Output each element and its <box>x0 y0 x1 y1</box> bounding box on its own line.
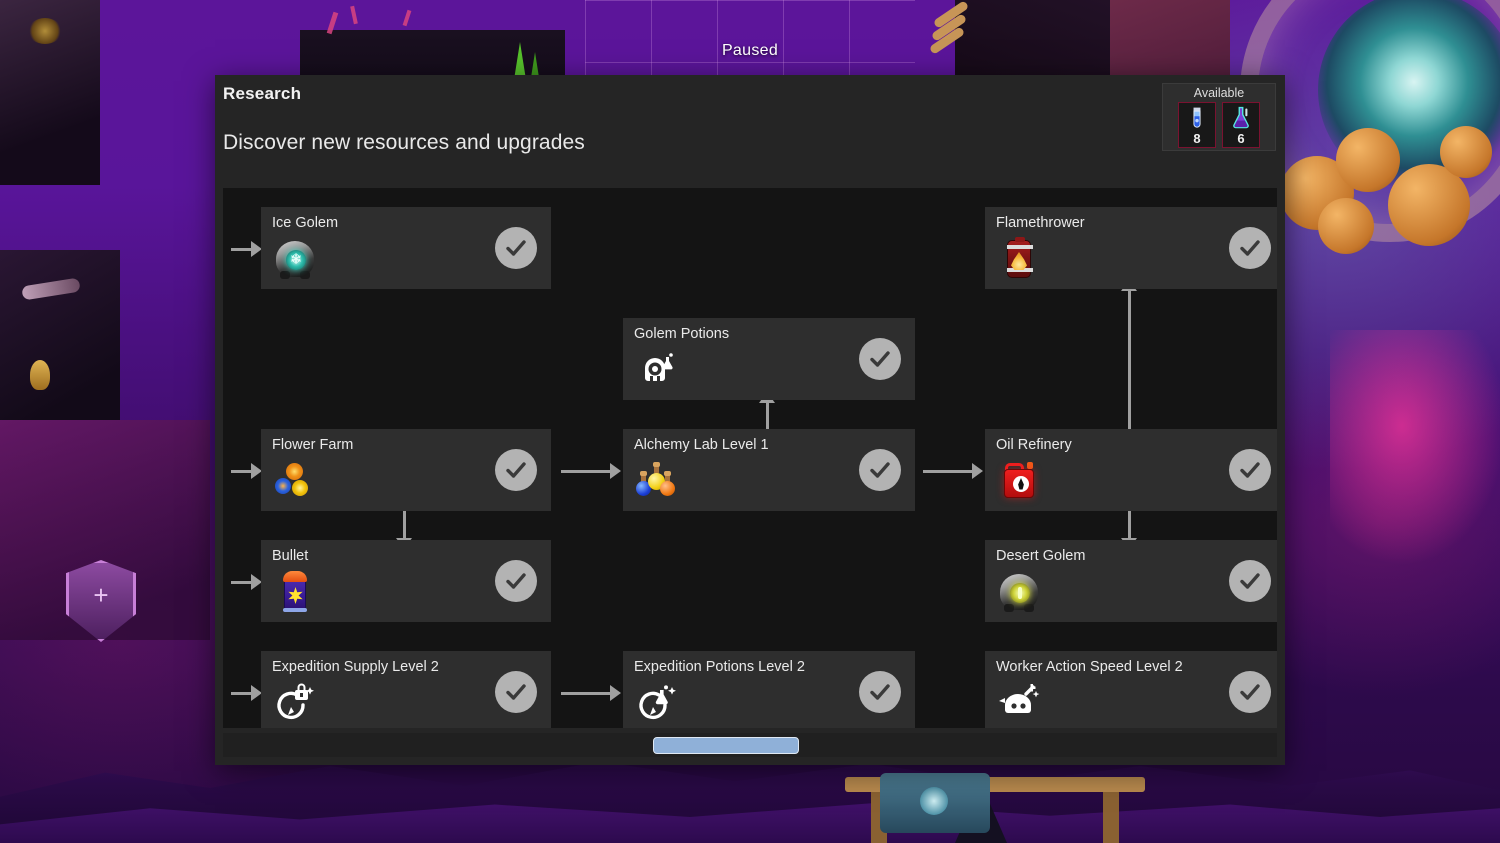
connector-line <box>231 470 253 473</box>
researched-check-icon <box>495 449 537 491</box>
research-node-flamethrower[interactable]: Flamethrower <box>985 207 1277 289</box>
background-machine <box>880 773 990 833</box>
research-node-title: Oil Refinery <box>996 437 1072 453</box>
connector-line <box>1128 289 1131 441</box>
connector-arrowhead <box>972 463 983 479</box>
expedition-supply-icon <box>273 681 317 725</box>
horizontal-scrollbar-thumb[interactable] <box>653 736 799 754</box>
connector-line <box>231 248 253 251</box>
research-node-title: Ice Golem <box>272 215 339 231</box>
resource-flask[interactable]: 6 <box>1222 102 1260 148</box>
test-tube-icon <box>1182 103 1212 133</box>
connector-arrowhead <box>610 463 621 479</box>
resource-count: 8 <box>1193 131 1201 146</box>
available-label: Available <box>1193 86 1245 100</box>
window-subheader: Discover new resources and upgrades Avai… <box>215 83 1285 185</box>
ice-golem-icon: ❄ <box>273 237 317 281</box>
resource-test-tube[interactable]: 8 <box>1178 102 1216 148</box>
research-node-ice-golem[interactable]: Ice Golem ❄ <box>261 207 551 289</box>
research-node-bullet[interactable]: Bullet <box>261 540 551 622</box>
bullet-icon <box>273 570 317 614</box>
researched-check-icon <box>1229 671 1271 713</box>
research-node-title: Expedition Potions Level 2 <box>634 659 805 675</box>
researched-check-icon <box>1229 449 1271 491</box>
desert-golem-icon <box>997 570 1041 614</box>
background-blobs <box>1280 120 1500 290</box>
research-node-worker-action-speed-level-2[interactable]: Worker Action Speed Level 2 <box>985 651 1277 728</box>
connector-arrowhead <box>610 685 621 701</box>
flower-farm-icon <box>273 459 317 503</box>
researched-check-icon <box>495 560 537 602</box>
connector-line <box>231 581 253 584</box>
resource-count: 6 <box>1237 131 1245 146</box>
research-tree-viewport[interactable]: Ice Golem ❄ Flamethrower Golem Potions F… <box>223 188 1277 728</box>
research-node-title: Flower Farm <box>272 437 354 453</box>
research-node-title: Alchemy Lab Level 1 <box>634 437 769 453</box>
research-tree-canvas: Ice Golem ❄ Flamethrower Golem Potions F… <box>223 188 1277 728</box>
research-node-title: Desert Golem <box>996 548 1086 564</box>
window-title: Research <box>223 84 302 103</box>
researched-check-icon <box>495 227 537 269</box>
expedition-potions-icon <box>635 681 679 725</box>
researched-check-icon <box>859 671 901 713</box>
connector-line <box>923 470 975 473</box>
oil-refinery-icon <box>997 459 1041 503</box>
research-node-title: Bullet <box>272 548 309 564</box>
background-rock-left <box>0 250 120 420</box>
worker-action-speed-icon <box>997 681 1041 725</box>
research-window: Research ? ✕ Discover new resources and … <box>215 75 1285 765</box>
research-node-expedition-potions-level-2[interactable]: Expedition Potions Level 2 <box>623 651 915 728</box>
research-node-desert-golem[interactable]: Desert Golem <box>985 540 1277 622</box>
flask-icon <box>1226 103 1256 133</box>
researched-check-icon <box>859 449 901 491</box>
research-node-title: Flamethrower <box>996 215 1085 231</box>
connector-line <box>561 470 613 473</box>
connector-line <box>561 692 613 695</box>
page-subtitle: Discover new resources and upgrades <box>223 131 585 154</box>
connector-line <box>231 692 253 695</box>
flamethrower-icon <box>997 237 1041 281</box>
alchemy-lab-icon <box>635 459 679 503</box>
golem-potions-icon <box>635 348 679 392</box>
researched-check-icon <box>1229 227 1271 269</box>
horizontal-scrollbar-track[interactable] <box>223 733 1277 757</box>
research-node-oil-refinery[interactable]: Oil Refinery <box>985 429 1277 511</box>
available-resources-panel: Available 8 6 <box>1162 83 1276 151</box>
window-titlebar: Research ? ✕ <box>215 75 1285 115</box>
background-glow <box>1330 330 1500 570</box>
research-node-alchemy-lab-level-1[interactable]: Alchemy Lab Level 1 <box>623 429 915 511</box>
researched-check-icon <box>1229 560 1271 602</box>
research-node-title: Golem Potions <box>634 326 730 342</box>
research-node-flower-farm[interactable]: Flower Farm <box>261 429 551 511</box>
research-node-golem-potions[interactable]: Golem Potions <box>623 318 915 400</box>
paused-status-label: Paused <box>721 42 779 59</box>
background-slug <box>30 360 50 390</box>
background-cave-left <box>0 0 100 185</box>
research-node-expedition-supply-level-2[interactable]: Expedition Supply Level 2 <box>261 651 551 728</box>
research-node-title: Worker Action Speed Level 2 <box>996 659 1183 675</box>
researched-check-icon <box>495 671 537 713</box>
research-node-title: Expedition Supply Level 2 <box>272 659 439 675</box>
researched-check-icon <box>859 338 901 380</box>
